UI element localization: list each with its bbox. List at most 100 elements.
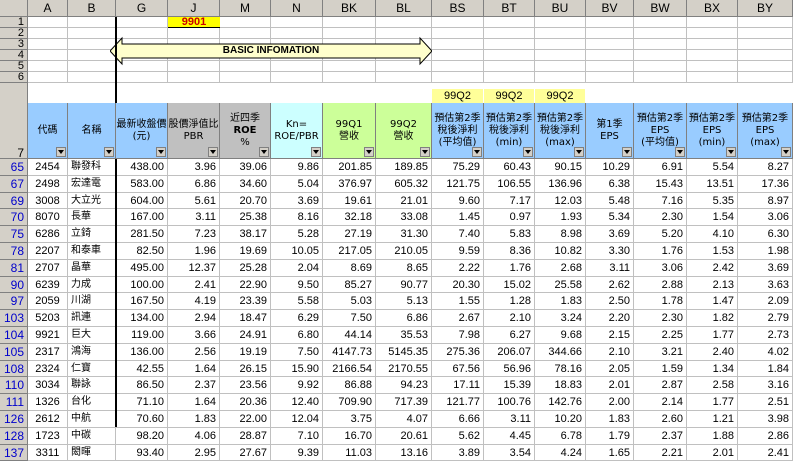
data-cell-bu[interactable]: 18.83 bbox=[535, 377, 586, 395]
data-cell-n[interactable]: 7.10 bbox=[271, 427, 323, 445]
data-cell-j[interactable]: 6.86 bbox=[168, 175, 220, 193]
data-cell-bl[interactable]: 4.07 bbox=[376, 411, 432, 428]
data-cell-bv[interactable]: 2.01 bbox=[586, 377, 634, 395]
blank-row-cell[interactable] bbox=[28, 17, 793, 28]
data-cell-b[interactable]: 大立光 bbox=[68, 192, 116, 210]
data-cell-a[interactable]: 2207 bbox=[28, 243, 68, 260]
data-cell-bt[interactable]: 3.54 bbox=[484, 444, 535, 461]
data-cell-j[interactable]: 3.11 bbox=[168, 209, 220, 227]
row-header-78[interactable]: 78 bbox=[0, 243, 28, 260]
data-cell-by[interactable]: 2.09 bbox=[738, 293, 793, 311]
data-cell-bx[interactable]: 4.10 bbox=[687, 226, 738, 243]
data-cell-n[interactable]: 7.50 bbox=[271, 343, 323, 361]
data-cell-bx[interactable]: 1.77 bbox=[687, 327, 738, 344]
row-header-104[interactable]: 104 bbox=[0, 327, 28, 344]
data-cell-bs[interactable]: 2.67 bbox=[432, 310, 484, 327]
data-cell-m[interactable]: 22.90 bbox=[220, 276, 271, 294]
data-cell-bv[interactable]: 2.05 bbox=[586, 360, 634, 378]
data-cell-bv[interactable]: 2.50 bbox=[586, 293, 634, 311]
data-cell-bk[interactable]: 11.03 bbox=[323, 444, 376, 461]
data-cell-bl[interactable]: 5.13 bbox=[376, 293, 432, 311]
data-cell-a[interactable]: 5203 bbox=[28, 310, 68, 327]
data-cell-n[interactable]: 9.50 bbox=[271, 276, 323, 294]
data-cell-n[interactable]: 6.80 bbox=[271, 327, 323, 344]
data-cell-by[interactable]: 3.69 bbox=[738, 259, 793, 277]
column-header-b[interactable]: B bbox=[68, 0, 116, 17]
data-cell-bv[interactable]: 3.69 bbox=[586, 226, 634, 243]
data-cell-bs[interactable]: 5.62 bbox=[432, 427, 484, 445]
data-cell-g[interactable]: 167.50 bbox=[116, 293, 168, 311]
data-cell-bv[interactable]: 10.29 bbox=[586, 159, 634, 176]
data-cell-bk[interactable]: 85.27 bbox=[323, 276, 376, 294]
data-cell-bv[interactable]: 1.83 bbox=[586, 411, 634, 428]
data-cell-m[interactable]: 38.17 bbox=[220, 226, 271, 243]
data-cell-bu[interactable]: 1.83 bbox=[535, 293, 586, 311]
data-cell-bt[interactable]: 15.02 bbox=[484, 276, 535, 294]
data-cell-bx[interactable]: 1.82 bbox=[687, 310, 738, 327]
data-cell-bk[interactable]: 27.19 bbox=[323, 226, 376, 243]
data-cell-by[interactable]: 8.97 bbox=[738, 192, 793, 210]
data-cell-bt[interactable]: 6.27 bbox=[484, 327, 535, 344]
data-cell-bv[interactable]: 3.11 bbox=[586, 259, 634, 277]
data-cell-bs[interactable]: 9.59 bbox=[432, 243, 484, 260]
row-header-128[interactable]: 128 bbox=[0, 427, 28, 445]
data-cell-bx[interactable]: 2.01 bbox=[687, 444, 738, 461]
data-cell-m[interactable]: 34.60 bbox=[220, 175, 271, 193]
data-cell-a[interactable]: 9921 bbox=[28, 327, 68, 344]
data-cell-by[interactable]: 8.27 bbox=[738, 159, 793, 176]
data-cell-m[interactable]: 23.56 bbox=[220, 377, 271, 395]
column-header-bx[interactable]: BX bbox=[687, 0, 738, 17]
row-header-69[interactable]: 69 bbox=[0, 192, 28, 210]
data-cell-bw[interactable]: 2.25 bbox=[634, 327, 687, 344]
column-header-bk[interactable]: BK bbox=[323, 0, 376, 17]
data-cell-g[interactable]: 495.00 bbox=[116, 259, 168, 277]
data-cell-bw[interactable]: 1.78 bbox=[634, 293, 687, 311]
data-cell-g[interactable]: 583.00 bbox=[116, 175, 168, 193]
blank-row-cell[interactable] bbox=[28, 72, 793, 83]
data-cell-bw[interactable]: 2.21 bbox=[634, 444, 687, 461]
data-cell-bk[interactable]: 32.18 bbox=[323, 209, 376, 227]
data-cell-a[interactable]: 6239 bbox=[28, 276, 68, 294]
data-cell-j[interactable]: 12.37 bbox=[168, 259, 220, 277]
data-cell-bv[interactable]: 2.20 bbox=[586, 310, 634, 327]
data-cell-bv[interactable]: 5.48 bbox=[586, 192, 634, 210]
data-cell-bl[interactable]: 2170.55 bbox=[376, 360, 432, 378]
data-cell-g[interactable]: 82.50 bbox=[116, 243, 168, 260]
data-cell-bl[interactable]: 31.30 bbox=[376, 226, 432, 243]
data-cell-j[interactable]: 1.64 bbox=[168, 394, 220, 411]
data-cell-bu[interactable]: 142.76 bbox=[535, 394, 586, 411]
data-cell-bw[interactable]: 3.21 bbox=[634, 343, 687, 361]
data-cell-bv[interactable]: 6.38 bbox=[586, 175, 634, 193]
data-cell-bs[interactable]: 121.77 bbox=[432, 394, 484, 411]
column-header-by[interactable]: BY bbox=[738, 0, 793, 17]
data-cell-bs[interactable]: 67.56 bbox=[432, 360, 484, 378]
data-cell-bs[interactable]: 17.11 bbox=[432, 377, 484, 395]
data-cell-m[interactable]: 19.69 bbox=[220, 243, 271, 260]
data-cell-a[interactable]: 2454 bbox=[28, 159, 68, 176]
data-cell-n[interactable]: 5.58 bbox=[271, 293, 323, 311]
data-cell-j[interactable]: 1.64 bbox=[168, 360, 220, 378]
data-cell-bs[interactable]: 121.75 bbox=[432, 175, 484, 193]
data-cell-by[interactable]: 1.84 bbox=[738, 360, 793, 378]
data-cell-bt[interactable]: 100.76 bbox=[484, 394, 535, 411]
data-cell-b[interactable]: 閎暉 bbox=[68, 444, 116, 461]
data-cell-g[interactable]: 134.00 bbox=[116, 310, 168, 327]
data-cell-j[interactable]: 4.06 bbox=[168, 427, 220, 445]
data-cell-bw[interactable]: 1.59 bbox=[634, 360, 687, 378]
data-cell-bl[interactable]: 605.32 bbox=[376, 175, 432, 193]
data-cell-m[interactable]: 39.06 bbox=[220, 159, 271, 176]
data-cell-n[interactable]: 9.86 bbox=[271, 159, 323, 176]
data-cell-by[interactable]: 4.02 bbox=[738, 343, 793, 361]
data-cell-bu[interactable]: 136.96 bbox=[535, 175, 586, 193]
data-cell-bw[interactable]: 2.37 bbox=[634, 427, 687, 445]
data-cell-bs[interactable]: 7.40 bbox=[432, 226, 484, 243]
data-cell-b[interactable]: 立錡 bbox=[68, 226, 116, 243]
highlight-code-cell[interactable]: 9901 bbox=[168, 17, 220, 28]
data-cell-b[interactable]: 中航 bbox=[68, 411, 116, 428]
filter-dropdown-button[interactable] bbox=[156, 147, 166, 157]
data-cell-bs[interactable]: 1.45 bbox=[432, 209, 484, 227]
data-cell-bl[interactable]: 8.65 bbox=[376, 259, 432, 277]
data-cell-b[interactable]: 巨大 bbox=[68, 327, 116, 344]
data-cell-j[interactable]: 2.37 bbox=[168, 377, 220, 395]
data-cell-bl[interactable]: 13.16 bbox=[376, 444, 432, 461]
